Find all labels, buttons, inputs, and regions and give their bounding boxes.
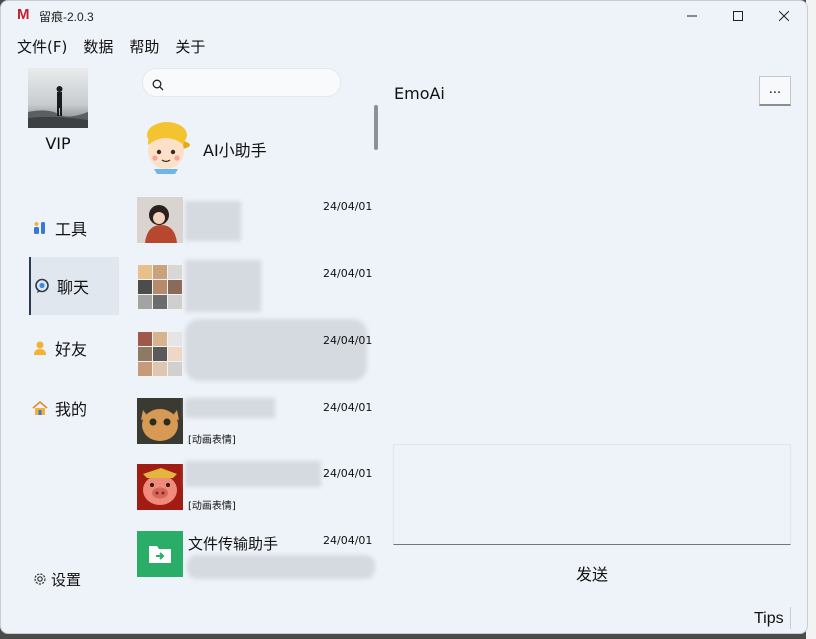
chat-time: 24/04/01 xyxy=(323,334,373,347)
chat-list-item[interactable]: 24/04/01 [动画表情] xyxy=(137,398,373,446)
file-transfer-avatar xyxy=(137,531,183,577)
settings-label: 设置 xyxy=(51,570,82,589)
chat-name: 文件传输助手 xyxy=(188,535,279,553)
divider xyxy=(790,607,791,629)
minimize-button[interactable] xyxy=(669,1,715,31)
chat-list-item[interactable]: 24/04/01 [动画表情] xyxy=(137,461,373,512)
chat-icon xyxy=(33,277,51,295)
search-input[interactable] xyxy=(142,68,341,97)
chat-list-item[interactable]: 24/04/01 xyxy=(137,197,373,245)
gear-icon xyxy=(33,572,47,586)
title-bar: M 留痕-2.0.3 xyxy=(1,1,807,31)
menu-data[interactable]: 数据 xyxy=(67,35,113,59)
contact-avatar xyxy=(137,464,183,510)
send-button[interactable]: 发送 xyxy=(561,561,623,584)
chat-time: 24/04/01 xyxy=(323,267,373,280)
chat-preview: [动画表情] xyxy=(188,435,236,446)
close-icon xyxy=(779,11,789,21)
contact-avatar xyxy=(137,398,183,444)
app-window: M 留痕-2.0.3 文件(F) 数据 帮助 关于 VIP 工具 聊天 好友 我… xyxy=(0,0,808,634)
chat-list-scrollbar[interactable] xyxy=(374,105,378,150)
nav-item-label: 好友 xyxy=(55,340,88,359)
app-logo-icon: M xyxy=(17,6,30,23)
nav-item-mine[interactable]: 我的 xyxy=(29,379,119,437)
ai-assistant-item[interactable]: AI小助手 xyxy=(142,119,367,179)
nav-item-friends[interactable]: 好友 xyxy=(29,319,119,377)
redacted-name xyxy=(185,260,261,312)
contact-avatar xyxy=(137,197,183,243)
ai-assistant-avatar xyxy=(142,119,192,174)
menu-help[interactable]: 帮助 xyxy=(113,35,159,59)
user-avatar[interactable] xyxy=(28,68,88,128)
nav-item-tools[interactable]: 工具 xyxy=(29,199,119,257)
chat-time: 24/04/01 xyxy=(323,467,373,480)
conversation-title: EmoAi xyxy=(394,84,445,103)
search-icon xyxy=(152,76,164,95)
menu-bar: 文件(F) 数据 帮助 关于 xyxy=(1,35,205,59)
chat-preview: [动画表情] xyxy=(188,501,236,512)
maximize-button[interactable] xyxy=(715,1,761,31)
chat-time: 24/04/01 xyxy=(323,401,373,414)
tools-icon xyxy=(31,219,49,237)
nav-item-label: 我的 xyxy=(55,400,88,419)
friend-icon xyxy=(31,339,49,357)
home-icon xyxy=(31,399,49,417)
nav-item-label: 工具 xyxy=(55,220,88,239)
group-avatar xyxy=(137,331,183,377)
minimize-icon xyxy=(687,15,697,17)
ai-assistant-name: AI小助手 xyxy=(203,141,267,160)
redacted-preview xyxy=(187,555,375,579)
chat-time: 24/04/01 xyxy=(323,200,373,213)
chat-time: 24/04/01 xyxy=(323,534,373,547)
chat-list-item[interactable]: 24/04/01 xyxy=(137,319,373,381)
tips-link[interactable]: Tips xyxy=(754,610,784,628)
nav-item-chat[interactable]: 聊天 xyxy=(29,257,119,315)
window-title: 留痕-2.0.3 xyxy=(39,10,94,24)
folder-icon xyxy=(137,531,183,577)
chat-list-item[interactable]: 24/04/01 xyxy=(137,260,373,312)
message-input[interactable] xyxy=(393,444,791,545)
menu-about[interactable]: 关于 xyxy=(159,35,205,59)
chat-list-item[interactable]: 文件传输助手 24/04/01 xyxy=(137,531,375,579)
redacted-name xyxy=(185,461,321,487)
redacted-name xyxy=(185,201,241,241)
redacted-name xyxy=(185,398,275,418)
vip-label: VIP xyxy=(45,134,71,153)
close-button[interactable] xyxy=(761,1,807,31)
nav-item-label: 聊天 xyxy=(57,278,90,297)
maximize-icon xyxy=(733,11,743,21)
redacted-name xyxy=(185,319,367,381)
more-options-button[interactable]: ... xyxy=(759,76,791,106)
settings-button[interactable]: 设置 xyxy=(33,569,81,589)
group-avatar xyxy=(137,264,183,310)
menu-file[interactable]: 文件(F) xyxy=(1,35,67,59)
